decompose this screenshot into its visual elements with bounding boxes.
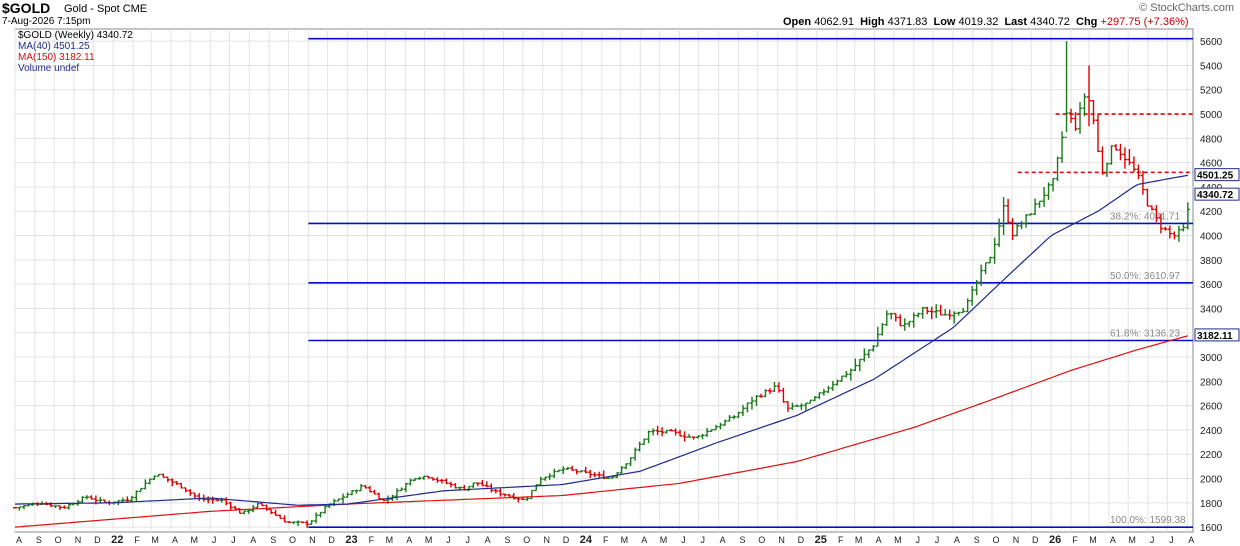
x-tick-label: O (993, 535, 1000, 545)
y-tick-label: 4600 (1200, 159, 1223, 170)
x-tick-label: M (855, 535, 863, 545)
y-tick-label: 5600 (1200, 37, 1223, 48)
x-tick-label: M (1128, 535, 1136, 545)
x-tick-label: F (369, 535, 375, 545)
x-tick-label: M (894, 535, 902, 545)
fib-label: 61.8%: 3136.23 (1110, 328, 1180, 339)
x-tick-label: A (876, 535, 882, 545)
x-tick-label: N (75, 535, 82, 545)
x-tick-label: A (250, 535, 256, 545)
x-tick-label: F (134, 535, 140, 545)
x-tick-label: D (328, 535, 335, 545)
x-tick-label: S (505, 535, 511, 545)
x-tick-label: M (191, 535, 199, 545)
x-tick-label: S (974, 535, 980, 545)
x-tick-label: N (543, 535, 550, 545)
x-tick-label: A (16, 535, 22, 545)
fib-label: 100.0%: 1599.38 (1110, 515, 1186, 526)
x-tick-label: A (1188, 535, 1194, 545)
x-tick-label: J (212, 535, 217, 545)
legend-symbol: $GOLD (Weekly) 4340.72 (18, 30, 133, 41)
x-tick-label: S (36, 535, 42, 545)
x-tick-label: O (55, 535, 62, 545)
x-tick-label: M (660, 535, 668, 545)
x-tick-label: 25 (815, 534, 827, 546)
x-tick-label: M (425, 535, 433, 545)
x-tick-label: O (758, 535, 765, 545)
x-tick-label: M (1089, 535, 1097, 545)
x-tick-label: J (915, 535, 920, 545)
x-tick-label: A (954, 535, 960, 545)
y-tick-label: 2000 (1200, 475, 1223, 486)
x-tick-label: A (172, 535, 178, 545)
x-tick-label: N (309, 535, 316, 545)
x-tick-label: 26 (1049, 534, 1061, 546)
price-chart[interactable]: 1600180020002200240026002800300032003400… (0, 0, 1240, 546)
y-tick-label: 5400 (1200, 61, 1223, 72)
x-tick-label: N (778, 535, 785, 545)
fib-label: 38.2%: 4081.71 (1110, 211, 1180, 222)
legend-ma150: MA(150) 3182.11 (18, 52, 133, 63)
x-tick-label: J (700, 535, 705, 545)
x-tick-label: J (1150, 535, 1155, 545)
x-tick-label: M (621, 535, 629, 545)
x-tick-label: A (406, 535, 412, 545)
y-tick-label: 5200 (1200, 86, 1223, 97)
y-tick-label: 2200 (1200, 450, 1223, 461)
chart-legend: $GOLD (Weekly) 4340.72 MA(40) 4501.25 MA… (18, 30, 133, 74)
x-tick-label: 23 (345, 534, 357, 546)
x-tick-label: F (838, 535, 844, 545)
price-tag-label: 4340.72 (1197, 190, 1234, 201)
x-tick-label: D (563, 535, 570, 545)
x-tick-label: D (1032, 535, 1039, 545)
x-tick-label: A (641, 535, 647, 545)
price-tag-label: 3182.11 (1197, 331, 1233, 342)
x-tick-label: A (485, 535, 491, 545)
plot-frame (14, 28, 1194, 533)
y-tick-label: 1800 (1200, 499, 1223, 510)
legend-ma150-text: MA(150) 3182.11 (18, 52, 95, 63)
legend-volume: Volume undef (18, 63, 133, 74)
x-tick-label: J (231, 535, 236, 545)
x-tick-label: D (94, 535, 101, 545)
x-tick-label: O (289, 535, 296, 545)
y-tick-label: 4200 (1200, 207, 1223, 218)
legend-symbol-text: $GOLD (Weekly) 4340.72 (18, 30, 133, 41)
y-tick-label: 3600 (1200, 280, 1223, 291)
x-tick-label: N (1013, 535, 1020, 545)
x-tick-label: A (720, 535, 726, 545)
legend-volume-text: Volume undef (18, 63, 80, 74)
x-tick-label: J (681, 535, 686, 545)
y-tick-label: 2600 (1200, 402, 1223, 413)
price-tag-label: 4501.25 (1197, 171, 1234, 182)
x-tick-label: M (386, 535, 394, 545)
y-tick-label: 3000 (1200, 353, 1223, 364)
x-tick-label: S (270, 535, 276, 545)
x-tick-label: O (523, 535, 530, 545)
ohlc-bar (13, 507, 17, 509)
x-tick-label: 22 (111, 534, 123, 546)
x-tick-label: J (935, 535, 940, 545)
x-tick-label: D (798, 535, 805, 545)
legend-ma40: MA(40) 4501.25 (18, 41, 133, 52)
fib-label: 50.0%: 3610.97 (1110, 271, 1180, 282)
y-tick-label: 4800 (1200, 134, 1223, 145)
y-tick-label: 3800 (1200, 256, 1223, 267)
y-tick-label: 3400 (1200, 304, 1223, 315)
y-tick-label: 2800 (1200, 377, 1223, 388)
x-tick-label: F (1072, 535, 1078, 545)
x-tick-label: S (739, 535, 745, 545)
y-tick-label: 4000 (1200, 232, 1223, 243)
y-tick-label: 2400 (1200, 426, 1223, 437)
x-tick-label: M (151, 535, 159, 545)
x-tick-label: J (1169, 535, 1174, 545)
x-tick-label: J (465, 535, 470, 545)
legend-ma40-text: MA(40) 4501.25 (18, 41, 90, 52)
y-tick-label: 5000 (1200, 110, 1223, 121)
x-tick-label: F (603, 535, 609, 545)
x-tick-label: 24 (580, 534, 593, 546)
y-tick-label: 1600 (1200, 523, 1223, 534)
x-tick-label: A (1110, 535, 1116, 545)
x-tick-label: J (446, 535, 451, 545)
